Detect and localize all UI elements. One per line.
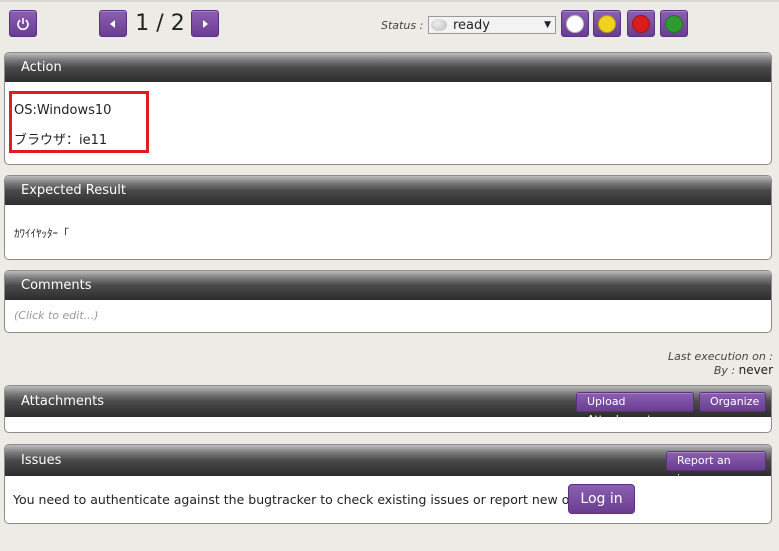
comments-body[interactable]: (Click to edit...) — [5, 300, 771, 332]
comments-panel: Comments (Click to edit...) — [4, 270, 772, 333]
issues-body: You need to authenticate against the bug… — [5, 476, 771, 523]
yellow-circle-icon — [598, 14, 616, 33]
expected-result-header: Expected Result — [5, 176, 771, 205]
issues-message: You need to authenticate against the bug… — [13, 492, 596, 507]
status-dot-icon — [431, 19, 447, 31]
green-circle-icon — [665, 14, 683, 33]
status-label: Status : — [381, 19, 424, 32]
status-failed-button[interactable] — [627, 10, 655, 37]
status-passed-button[interactable] — [660, 10, 688, 37]
organize-button[interactable]: Organize — [699, 392, 766, 412]
white-circle-icon — [566, 14, 584, 33]
triangle-left-icon — [110, 19, 115, 28]
triangle-right-icon — [203, 19, 208, 28]
issues-panel: Issues Report an issue You need to authe… — [4, 444, 772, 524]
action-header: Action — [5, 53, 771, 82]
attachments-title: Attachments — [21, 394, 104, 409]
last-execution-label: Last execution on : — [668, 350, 773, 363]
comments-placeholder[interactable]: (Click to edit...) — [14, 309, 98, 322]
upload-attachment-button[interactable]: Upload Attachment — [576, 392, 694, 426]
step-pager: 1 / 2 — [135, 11, 185, 36]
action-panel: Action OS:Windows10 ブラウザ：ie11 — [4, 52, 772, 165]
expected-result-panel: Expected Result ｶﾜｲｲﾔｯﾀｰ「 — [4, 175, 772, 260]
issues-title: Issues — [21, 453, 62, 468]
issues-header: Issues Report an issue — [5, 445, 771, 485]
executed-by-label: By : — [713, 364, 736, 377]
execution-info: Last execution on : By : never — [668, 350, 773, 377]
attachments-header: Attachments Upload Attachment Organize — [5, 386, 771, 426]
power-icon — [17, 17, 29, 30]
report-issue-button[interactable]: Report an issue — [666, 451, 766, 485]
previous-step-button[interactable] — [99, 10, 127, 37]
power-button[interactable] — [9, 10, 37, 37]
status-value: ready — [453, 17, 490, 33]
expected-result-text: ｶﾜｲｲﾔｯﾀｰ「 — [14, 227, 69, 240]
attachments-body — [5, 417, 771, 432]
expected-result-body[interactable]: ｶﾜｲｲﾔｯﾀｰ「 — [5, 205, 771, 259]
log-in-button[interactable]: Log in — [568, 484, 635, 514]
comments-header: Comments — [5, 271, 771, 300]
action-line-browser: ブラウザ：ie11 — [14, 133, 108, 148]
action-line-os: OS:Windows10 — [14, 103, 112, 118]
red-circle-icon — [632, 14, 650, 33]
status-blocked-button[interactable] — [593, 10, 621, 37]
action-body[interactable]: OS:Windows10 ブラウザ：ie11 — [5, 82, 771, 164]
status-untested-button[interactable] — [561, 10, 589, 37]
status-select[interactable]: ready ▼ — [428, 16, 556, 34]
dropdown-arrow-icon: ▼ — [544, 20, 551, 30]
attachments-panel: Attachments Upload Attachment Organize — [4, 385, 772, 433]
top-border — [0, 0, 779, 2]
next-step-button[interactable] — [191, 10, 219, 37]
executed-by-value: never — [738, 363, 773, 377]
